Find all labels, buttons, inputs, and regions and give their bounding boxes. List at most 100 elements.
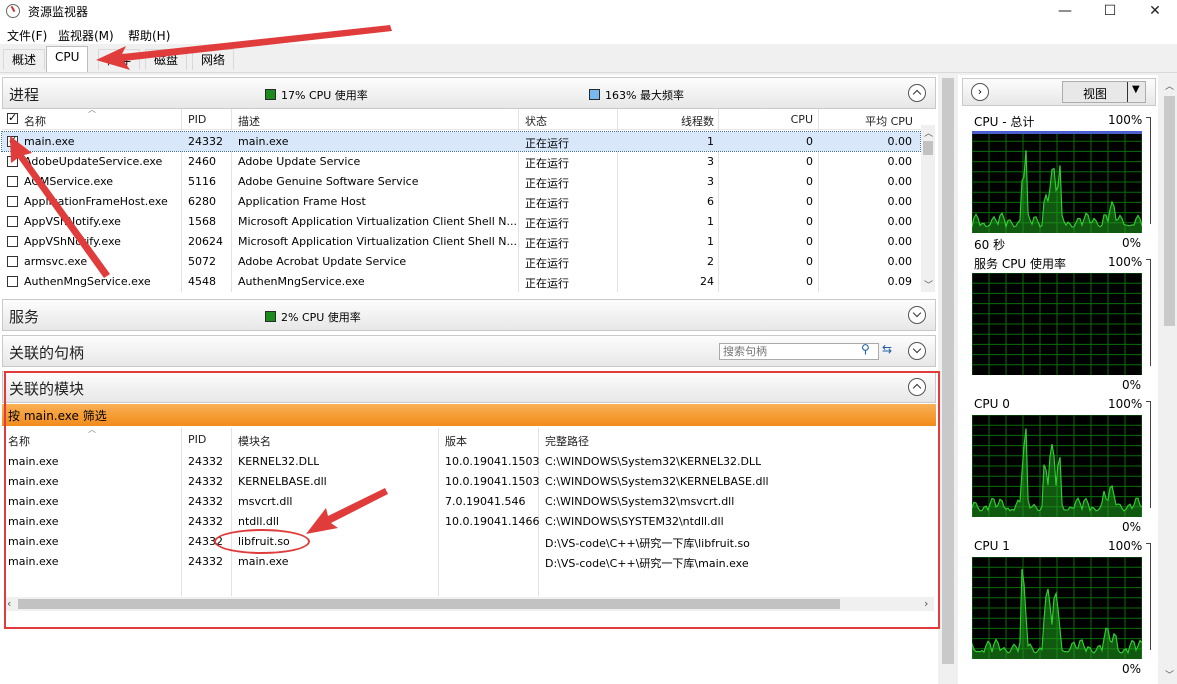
chevron-right-icon[interactable]: › (971, 83, 989, 101)
scroll-up-icon[interactable]: ︿ (924, 126, 933, 139)
table-row[interactable]: AdobeUpdateService.exe 2460 Adobe Update S… (2, 152, 920, 171)
table-row[interactable]: ApplicationFrameHost.exe 6280 Application … (2, 192, 920, 211)
process-avg-cpu: 0.00 (887, 155, 913, 168)
row-checkbox[interactable] (7, 156, 18, 167)
minimize-button[interactable]: — (1042, 0, 1088, 24)
process-status: 正在运行 (525, 217, 569, 230)
refresh-icon[interactable]: ⇆ (882, 342, 892, 356)
search-handles-input[interactable] (719, 343, 879, 360)
menu-help[interactable]: 帮助(H) (128, 27, 170, 44)
process-threads: 3 (707, 155, 714, 168)
process-status: 正在运行 (525, 257, 569, 270)
main-scroll-thumb[interactable] (942, 78, 954, 664)
row-checkbox[interactable] (7, 134, 18, 147)
expand-icon[interactable] (908, 342, 926, 360)
title-bar (0, 0, 1177, 24)
dropdown-icon[interactable]: ▼ (1132, 84, 1140, 95)
col-desc[interactable]: 描述 (238, 113, 260, 129)
col-status[interactable]: 状态 (525, 113, 547, 129)
process-threads: 6 (707, 195, 714, 208)
processes-header[interactable]: 进程 17% CPU 使用率 163% 最大频率 (2, 77, 936, 109)
process-status: 正在运行 (525, 237, 569, 250)
process-avg-cpu: 0.00 (887, 235, 913, 248)
col-cpu[interactable]: CPU (720, 113, 813, 126)
process-cpu: 0 (806, 255, 813, 268)
graph-scale (1146, 401, 1151, 508)
annotation-circle (214, 529, 310, 554)
col-threads[interactable]: 线程数 (620, 113, 714, 129)
table-row[interactable]: AppVShNotify.exe 20624 Microsoft Applicati… (2, 232, 920, 251)
services-title: 服务 (9, 308, 40, 326)
processes-title: 进程 (9, 86, 40, 104)
process-pid: 24332 (188, 135, 223, 148)
process-cpu: 0 (806, 195, 813, 208)
graph-scale (1146, 543, 1151, 650)
view-button[interactable]: 视图 ▼ (1062, 81, 1146, 103)
table-row[interactable]: AppVShNotify.exe 1568 Microsoft Applicatio… (2, 212, 920, 231)
graph-min: 0% (1122, 236, 1142, 250)
table-row[interactable]: main.exe 24332 main.exe 正在运行 1 0 0.00 (1, 131, 921, 152)
row-checkbox[interactable] (7, 236, 18, 247)
process-avg-cpu: 0.00 (887, 175, 913, 188)
search-icon[interactable]: ⚲ (861, 342, 870, 356)
table-row[interactable]: AuthenMngService.exe 4548 AuthenMngService… (2, 272, 920, 291)
col-name[interactable]: 名称 (24, 113, 46, 129)
process-status: 正在运行 (525, 177, 569, 190)
row-checkbox[interactable] (7, 216, 18, 227)
row-checkbox[interactable] (7, 256, 18, 267)
row-checkbox[interactable] (7, 176, 18, 187)
table-row[interactable]: armsvc.exe 5072 Adobe Acrobat Update Servi… (2, 252, 920, 271)
menu-monitor[interactable]: 监视器(M) (58, 27, 114, 44)
col-avg-cpu[interactable]: 平均 CPU (820, 113, 913, 129)
col-pid[interactable]: PID (188, 113, 206, 126)
tab-memory[interactable]: 内存 (98, 49, 141, 70)
graph-title: CPU 0 (974, 397, 1010, 411)
scroll-up-icon[interactable]: ︿ (1165, 79, 1174, 92)
process-desc: Adobe Genuine Software Service (238, 175, 419, 188)
tab-overview[interactable]: 概述 (3, 49, 46, 70)
maximize-button[interactable]: ☐ (1087, 0, 1133, 24)
handles-header[interactable]: 关联的句柄 ⚲ ⇆ (2, 335, 936, 367)
process-cpu: 0 (806, 215, 813, 228)
processes-cpu-usage: 17% CPU 使用率 (265, 87, 368, 103)
close-button[interactable]: ✕ (1132, 0, 1177, 24)
tab-network[interactable]: 网络 (192, 49, 235, 70)
process-status: 正在运行 (525, 197, 569, 210)
cpu-graph (972, 557, 1142, 659)
process-threads: 3 (707, 175, 714, 188)
select-all-checkbox[interactable] (7, 111, 18, 124)
graph-max: 100% (1108, 255, 1143, 269)
right-scroll-thumb[interactable] (1164, 96, 1175, 326)
collapse-icon[interactable] (908, 84, 926, 102)
scroll-down-icon[interactable]: ﹀ (924, 278, 933, 291)
table-row[interactable]: AGMService.exe 5116 Adobe Genuine Software… (2, 172, 920, 191)
process-desc: Adobe Acrobat Update Service (238, 255, 407, 268)
process-threads: 2 (707, 255, 714, 268)
cpu-usage-swatch (265, 89, 276, 100)
handles-title: 关联的句柄 (9, 344, 85, 362)
services-header[interactable]: 服务 2% CPU 使用率 (2, 299, 936, 331)
process-pid: 2460 (188, 155, 216, 168)
tab-disk[interactable]: 磁盘 (145, 49, 188, 70)
tab-cpu[interactable]: CPU (46, 46, 89, 72)
process-cpu: 0 (806, 155, 813, 168)
process-threads: 1 (707, 135, 714, 148)
process-threads: 1 (707, 215, 714, 228)
services-usage-text: 2% CPU 使用率 (281, 311, 361, 324)
graph-min: 0% (1122, 378, 1142, 392)
view-divider (1127, 82, 1128, 102)
scroll-thumb[interactable] (923, 141, 933, 155)
scroll-down-icon[interactable]: ﹀ (1165, 668, 1174, 681)
process-desc: main.exe (238, 135, 289, 148)
max-freq-swatch (589, 89, 600, 100)
process-threads: 1 (707, 235, 714, 248)
graph-min: 0% (1122, 520, 1142, 534)
sort-up-icon: ︿ (88, 105, 96, 114)
expand-icon[interactable] (908, 306, 926, 324)
graph-title: CPU - 总计 (974, 115, 1035, 129)
menu-file[interactable]: 文件(F) (7, 27, 47, 44)
row-checkbox[interactable] (7, 196, 18, 207)
row-checkbox[interactable] (7, 276, 18, 287)
process-pid: 20624 (188, 235, 223, 248)
process-avg-cpu: 0.00 (887, 195, 913, 208)
